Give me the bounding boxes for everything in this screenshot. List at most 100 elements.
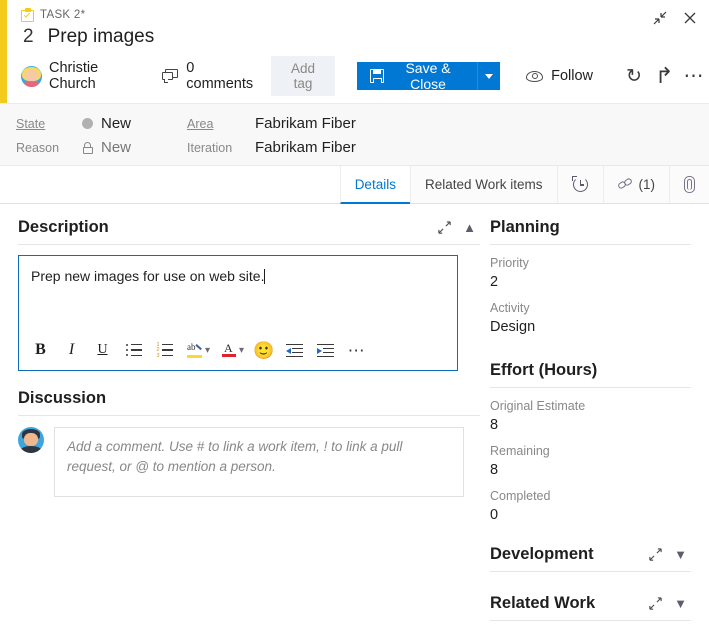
state-value-text: New — [101, 115, 131, 132]
add-tag-button[interactable]: Add tag — [271, 56, 335, 96]
development-heading: Development — [490, 545, 594, 564]
description-header: Description ▲ — [18, 218, 480, 245]
remaining-label: Remaining — [490, 444, 691, 458]
assigned-to-field[interactable]: Christie Church — [21, 60, 136, 92]
comments-count-label: 0 comments — [186, 60, 255, 92]
completed-field: Completed 0 — [490, 489, 691, 523]
expand-icon[interactable] — [437, 220, 452, 235]
work-item-header: TASK 2* 2 Prep images Christie Church 0 … — [7, 0, 709, 103]
planning-heading: Planning — [490, 218, 560, 237]
expand-icon[interactable] — [648, 547, 663, 562]
related-work-section: Related Work ▼ — [490, 594, 691, 621]
chevron-down-icon — [485, 74, 493, 79]
field-label-reason: Reason — [16, 141, 82, 155]
tab-attachments[interactable] — [669, 166, 709, 203]
more-formatting-button[interactable]: ⋯ — [341, 335, 372, 366]
work-item-form: TASK 2* 2 Prep images Christie Church 0 … — [0, 0, 709, 628]
italic-icon: I — [69, 341, 74, 359]
numbered-list-button[interactable]: 1 2 3 — [149, 335, 180, 366]
description-editor[interactable]: Prep new images for use on web site. B I… — [18, 255, 458, 371]
history-icon — [572, 176, 589, 193]
work-item-id: 2 — [23, 26, 34, 48]
completed-value[interactable]: 0 — [490, 507, 691, 523]
discussion-heading: Discussion — [18, 389, 106, 408]
completed-label: Completed — [490, 489, 691, 503]
highlight-icon: ab — [187, 342, 204, 358]
restore-down-button[interactable] — [645, 4, 675, 32]
chevron-down-icon[interactable]: ▼ — [674, 548, 687, 561]
field-value-iteration[interactable]: Fabrikam Fiber — [255, 139, 709, 156]
bulleted-list-icon — [126, 344, 142, 357]
bulleted-list-button[interactable] — [118, 335, 149, 366]
comments-button[interactable]: 0 comments — [162, 60, 255, 92]
restore-down-icon — [652, 10, 668, 26]
field-label-state[interactable]: State — [16, 117, 82, 131]
tab-details[interactable]: Details — [340, 166, 410, 204]
chevron-down-icon[interactable]: ▼ — [674, 597, 687, 610]
field-label-area[interactable]: Area — [187, 117, 255, 131]
emoji-button[interactable]: 🙂 — [248, 335, 279, 366]
activity-value[interactable]: Design — [490, 319, 691, 335]
remaining-field: Remaining 8 — [490, 444, 691, 478]
decrease-indent-button[interactable] — [279, 335, 310, 366]
italic-button[interactable]: I — [56, 335, 87, 366]
field-value-state[interactable]: New — [82, 115, 187, 132]
assignee-name: Christie Church — [49, 60, 136, 92]
right-column: Planning Priority 2 Activity Design Effo… — [480, 204, 709, 628]
tab-related-work-items[interactable]: Related Work items — [410, 166, 557, 203]
lock-icon — [82, 142, 93, 154]
remaining-value[interactable]: 8 — [490, 462, 691, 478]
development-header[interactable]: Development ▼ — [490, 545, 691, 572]
comment-input[interactable]: Add a comment. Use # to link a work item… — [54, 427, 464, 497]
state-dot-icon — [82, 118, 93, 129]
save-icon — [370, 69, 384, 83]
priority-value[interactable]: 2 — [490, 274, 691, 290]
page-title[interactable]: Prep images — [48, 26, 155, 48]
undo-button[interactable]: ↰ — [649, 62, 679, 90]
tab-details-label: Details — [355, 177, 396, 192]
effort-section: Effort (Hours) Original Estimate 8 Remai… — [490, 361, 691, 523]
priority-label: Priority — [490, 256, 691, 270]
original-estimate-label: Original Estimate — [490, 399, 691, 413]
tab-history[interactable] — [557, 166, 603, 203]
comment-placeholder: Add a comment. Use # to link a work item… — [67, 439, 402, 474]
field-value-area[interactable]: Fabrikam Fiber — [255, 115, 709, 132]
rich-text-toolbar: B I U — [19, 330, 457, 370]
chevron-up-icon[interactable]: ▲ — [463, 221, 476, 234]
description-text-wrapper: Prep new images for use on web site. — [19, 256, 277, 286]
tab-links[interactable]: (1) — [603, 166, 670, 203]
discussion-header: Discussion — [18, 389, 480, 416]
window-controls — [645, 4, 705, 32]
refresh-button[interactable]: ↻ — [619, 62, 649, 90]
bold-button[interactable]: B — [25, 335, 56, 366]
save-and-close-button[interactable]: Save & Close — [357, 62, 477, 90]
highlight-button[interactable]: ab — [180, 335, 211, 366]
work-item-type-line: TASK 2* — [7, 0, 709, 22]
original-estimate-value[interactable]: 8 — [490, 417, 691, 433]
comment-icon — [162, 69, 178, 83]
description-text: Prep new images for use on web site. — [31, 268, 264, 284]
follow-button[interactable]: Follow — [526, 68, 593, 84]
original-estimate-field: Original Estimate 8 — [490, 399, 691, 433]
expand-icon[interactable] — [648, 596, 663, 611]
refresh-icon: ↻ — [626, 67, 642, 86]
underline-button[interactable]: U — [87, 335, 118, 366]
increase-indent-button[interactable] — [310, 335, 341, 366]
related-work-heading: Related Work — [490, 594, 595, 613]
effort-heading: Effort (Hours) — [490, 361, 597, 380]
link-icon — [618, 178, 633, 191]
left-column: Description ▲ Prep new images for use on… — [0, 204, 480, 628]
tab-links-count: (1) — [639, 177, 656, 192]
field-label-iteration: Iteration — [187, 141, 255, 155]
save-dropdown-button[interactable] — [477, 62, 500, 90]
save-and-close-label: Save & Close — [392, 60, 464, 92]
font-color-icon: A — [222, 342, 237, 358]
avatar — [21, 66, 42, 87]
close-icon — [682, 10, 698, 26]
reason-value-text: New — [101, 139, 131, 156]
close-button[interactable] — [675, 4, 705, 32]
development-section: Development ▼ — [490, 545, 691, 572]
font-color-button[interactable]: A — [214, 335, 245, 366]
more-options-button[interactable]: ⋯ — [679, 62, 709, 90]
related-work-header[interactable]: Related Work ▼ — [490, 594, 691, 621]
